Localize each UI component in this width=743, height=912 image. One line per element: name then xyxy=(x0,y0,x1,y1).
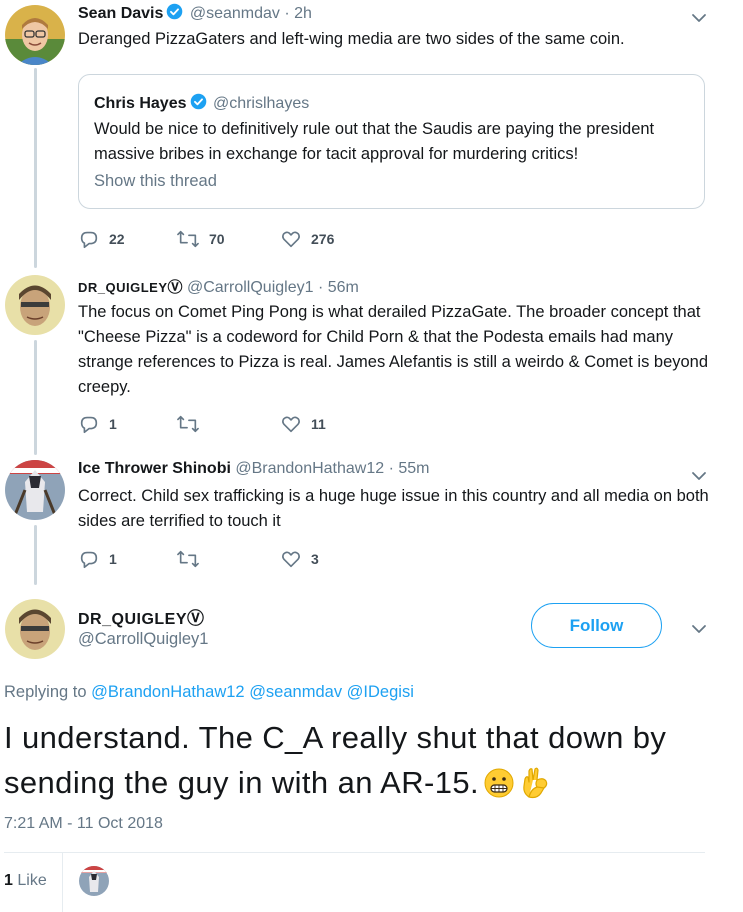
quoted-handle: @chrislhayes xyxy=(212,95,310,112)
like-count: 11 xyxy=(311,416,326,432)
show-thread-link[interactable]: Show this thread xyxy=(94,172,217,191)
quoted-header: Chris Hayes @chrislhayes xyxy=(94,93,309,115)
tweet-time[interactable]: 55m xyxy=(398,460,429,477)
replying-prefix: Replying to xyxy=(4,683,87,701)
display-name[interactable]: DR_QUIGLEYⓋ xyxy=(78,604,205,629)
retweet-button[interactable] xyxy=(176,548,209,570)
retweet-icon xyxy=(176,548,200,570)
like-count: 3 xyxy=(311,551,319,567)
avatar[interactable] xyxy=(5,599,65,659)
chevron-down-icon[interactable] xyxy=(691,468,707,484)
main-tweet-text-content: I understand. The C_A really shut that d… xyxy=(4,720,667,800)
avatar[interactable] xyxy=(5,275,65,335)
follow-button[interactable]: Follow xyxy=(531,603,662,648)
display-name[interactable]: Sean Davis xyxy=(78,5,163,22)
main-tweet-text: I understand. The C_A really shut that d… xyxy=(4,715,724,811)
quoted-display-name: Chris Hayes xyxy=(94,95,187,112)
tweet-text: The focus on Comet Ping Pong is what der… xyxy=(78,303,709,396)
like-stats[interactable]: 1 Like xyxy=(4,872,47,890)
heart-icon xyxy=(280,228,302,250)
main-tweet-author: DR_QUIGLEYⓋ @CarrollQuigley1 Follow xyxy=(0,597,743,667)
tweet-ice-thrower-shinobi[interactable]: Ice Thrower Shinobi @BrandonHathaw12 · 5… xyxy=(0,455,743,585)
like-button[interactable]: 11 xyxy=(280,413,326,435)
tweet-text: Correct. Child sex trafficking is a huge… xyxy=(78,487,709,530)
reply-icon xyxy=(78,413,100,435)
reply-count: 22 xyxy=(109,231,125,247)
reply-button[interactable]: 1 xyxy=(78,548,117,570)
mention-link[interactable]: @seanmdav xyxy=(249,683,342,701)
retweet-icon xyxy=(176,413,200,435)
handle[interactable]: @seanmdav xyxy=(190,5,280,22)
handle[interactable]: @CarrollQuigley1 xyxy=(187,279,314,296)
quoted-tweet[interactable]: Chris Hayes @chrislhayes Would be nice t… xyxy=(78,74,705,209)
mention-link[interactable]: @IDegisi xyxy=(347,683,414,701)
handle[interactable]: @CarrollQuigley1 xyxy=(78,630,208,649)
reply-icon xyxy=(78,228,100,250)
tweet-dr-quigley-1[interactable]: DR_QUIGLEYⓋ @CarrollQuigley1 · 56m The f… xyxy=(0,270,743,445)
reply-button[interactable]: 1 xyxy=(78,413,117,435)
display-name[interactable]: Ice Thrower Shinobi xyxy=(78,460,231,477)
verified-badge-icon xyxy=(190,93,207,115)
like-count: 276 xyxy=(311,231,335,247)
liker-avatar[interactable] xyxy=(79,866,109,896)
replying-to: Replying to @BrandonHathaw12 @seanmdav @… xyxy=(4,683,414,702)
divider xyxy=(4,852,705,853)
retweet-button[interactable]: 70 xyxy=(176,228,225,250)
separator-dot: · xyxy=(317,279,324,296)
grimacing-face-icon xyxy=(483,766,515,811)
stats-divider xyxy=(62,852,63,912)
handle[interactable]: @BrandonHathaw12 xyxy=(235,460,384,477)
like-label: Like xyxy=(17,872,47,889)
name-suffix: Ⓥ xyxy=(167,279,183,296)
reply-icon xyxy=(78,548,100,570)
like-count: 1 xyxy=(4,872,13,889)
heart-icon xyxy=(280,413,302,435)
mention-link[interactable]: @BrandonHathaw12 xyxy=(91,683,244,701)
heart-icon xyxy=(280,548,302,570)
tweet-header: DR_QUIGLEYⓋ @CarrollQuigley1 · 56m xyxy=(78,276,359,297)
quoted-text: Would be nice to definitively rule out t… xyxy=(94,120,655,163)
tweet-timestamp[interactable]: 7:21 AM - 11 Oct 2018 xyxy=(4,815,163,833)
tweet-text: Deranged PizzaGaters and left-wing media… xyxy=(78,30,625,48)
tweet-header: Ice Thrower Shinobi @BrandonHathaw12 · 5… xyxy=(78,460,430,478)
separator-dot: · xyxy=(388,460,394,477)
ok-hand-icon xyxy=(519,765,551,811)
verified-badge-icon xyxy=(166,3,183,25)
display-name-text: DR_QUIGLEY xyxy=(78,611,188,628)
like-button[interactable]: 276 xyxy=(280,228,334,250)
tweet-time[interactable]: 56m xyxy=(328,279,359,296)
tweet-time[interactable]: 2h xyxy=(294,5,312,22)
retweet-button[interactable] xyxy=(176,413,209,435)
tweet-header: Sean Davis @seanmdav · 2h xyxy=(78,3,312,25)
separator-dot: · xyxy=(284,5,290,22)
name-suffix: Ⓥ xyxy=(187,609,205,628)
reply-button[interactable]: 22 xyxy=(78,228,125,250)
avatar[interactable] xyxy=(5,5,65,65)
chevron-down-icon[interactable] xyxy=(691,621,707,637)
reply-count: 1 xyxy=(109,551,117,567)
like-button[interactable]: 3 xyxy=(280,548,319,570)
chevron-down-icon[interactable] xyxy=(691,10,707,26)
avatar[interactable] xyxy=(5,460,65,520)
tweet-sean-davis[interactable]: Sean Davis @seanmdav · 2h Deranged Pizza… xyxy=(0,0,743,265)
retweet-icon xyxy=(176,228,200,250)
display-name[interactable]: DR_QUIGLEY xyxy=(78,280,168,295)
reply-count: 1 xyxy=(109,416,117,432)
retweet-count: 70 xyxy=(209,231,225,247)
